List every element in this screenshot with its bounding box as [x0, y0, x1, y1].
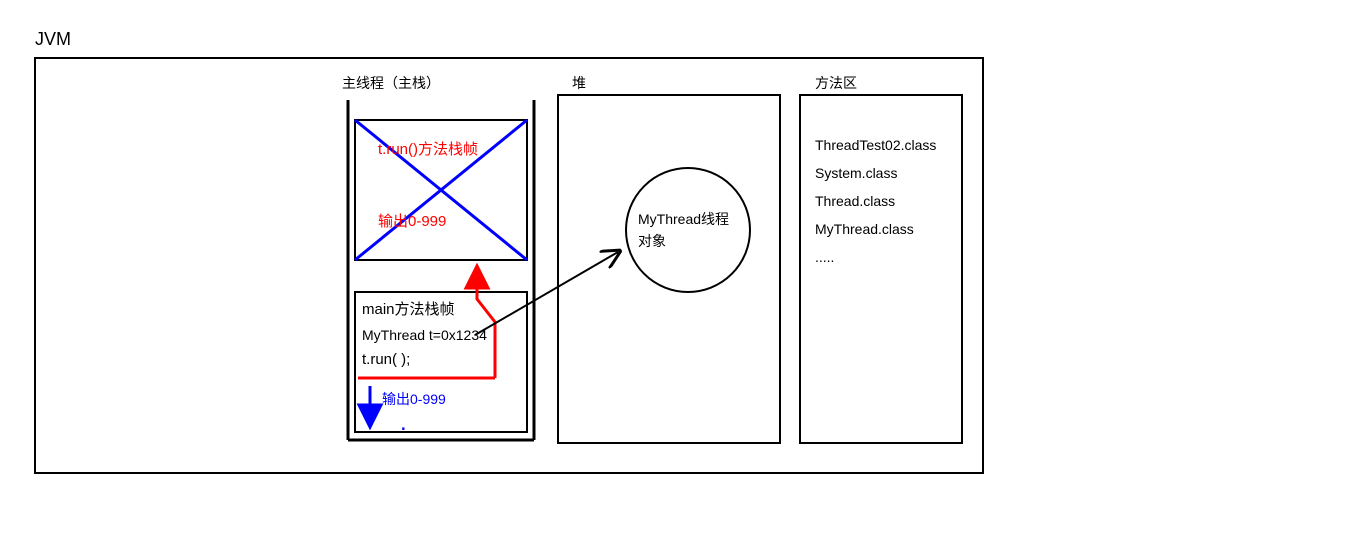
heap-box [558, 95, 780, 443]
ref-arrow [475, 252, 618, 335]
top-frame-title: t.run()方法栈帧 [378, 141, 478, 158]
main-frame-line2: t.run( ); [362, 351, 410, 368]
heap-object-circle [626, 168, 750, 292]
stack-label: 主线程（主栈） [342, 75, 440, 91]
main-frame-title: main方法栈帧 [362, 301, 455, 318]
svg-text:.: . [400, 409, 407, 436]
method-item-3: MyThread.class [815, 221, 914, 237]
diagram-title: JVM [35, 29, 71, 49]
method-item-0: ThreadTest02.class [815, 137, 936, 153]
method-item-2: Thread.class [815, 193, 895, 209]
method-area-label: 方法区 [815, 75, 857, 91]
heap-label: 堆 [572, 75, 586, 91]
heap-object-l2: 对象 [638, 233, 666, 249]
method-item-1: System.class [815, 165, 897, 181]
red-arrow-up [477, 268, 495, 378]
top-frame-output: 输出0-999 [378, 213, 446, 230]
method-item-4: ..... [815, 249, 834, 265]
jvm-diagram: JVM 主线程（主栈） t.run()方法栈帧 输出0-999 main方法栈帧… [0, 0, 1367, 554]
main-frame-line1: MyThread t=0x1234 [362, 327, 487, 343]
heap-object-l1: MyThread线程 [638, 211, 729, 227]
main-frame-output: 输出0-999 [382, 391, 446, 407]
